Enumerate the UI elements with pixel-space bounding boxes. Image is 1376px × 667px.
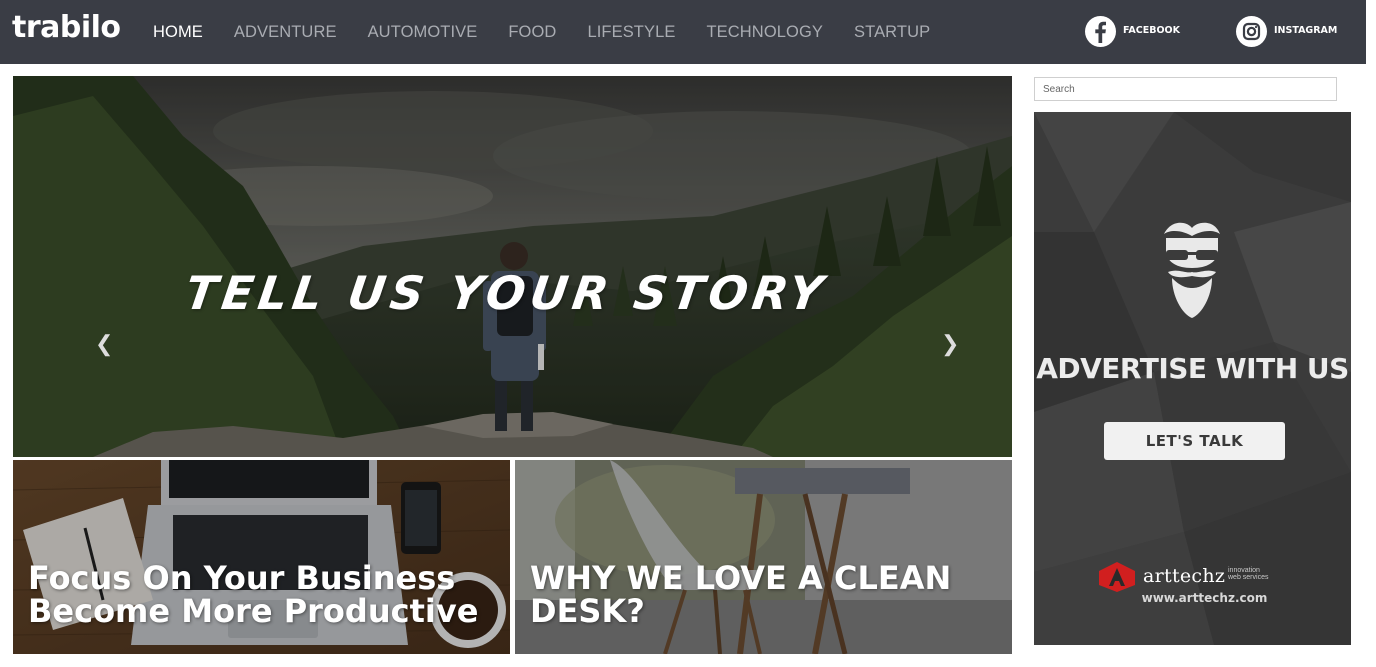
post-card-clean-desk[interactable]: WHY WE LOVE A CLEAN DESK? xyxy=(515,460,1012,654)
advertise-heading: ADVERTISE WITH US xyxy=(1036,352,1349,385)
post-card-title: Focus On Your Business Become More Produ… xyxy=(28,562,478,628)
nav-item-automotive[interactable]: AUTOMOTIVE xyxy=(368,23,478,42)
nav-item-technology[interactable]: TECHNOLOGY xyxy=(706,23,823,42)
nav-item-lifestyle[interactable]: LIFESTYLE xyxy=(587,23,675,42)
nav-item-startup[interactable]: STARTUP xyxy=(854,23,930,42)
arttechz-logo: arttechz innovation web services xyxy=(1098,559,1288,595)
advertise-banner[interactable]: ADVERTISE WITH US LET'S TALK arttechz in… xyxy=(1034,112,1351,645)
lets-talk-button[interactable]: LET'S TALK xyxy=(1104,422,1285,460)
nav-item-adventure[interactable]: ADVENTURE xyxy=(234,23,337,42)
post-card-title-line2: Become More Productive xyxy=(28,592,479,630)
post-card-focus-business[interactable]: Focus On Your Business Become More Produ… xyxy=(13,460,510,654)
post-card-title-line2: DESK? xyxy=(530,592,645,630)
arttechz-url: www.arttechz.com xyxy=(1141,591,1268,605)
post-card-title-line1: WHY WE LOVE A CLEAN xyxy=(530,559,952,597)
arttechz-tagline-line1: innovation xyxy=(1228,567,1260,574)
chevron-left-icon[interactable]: ❮ xyxy=(95,333,113,355)
nav-item-food[interactable]: FOOD xyxy=(508,23,556,42)
nav-item-home[interactable]: HOME xyxy=(153,23,203,42)
instagram-icon xyxy=(1236,16,1267,47)
arttechz-tagline: innovation web services xyxy=(1228,567,1268,581)
facebook-link[interactable]: FACEBOOK xyxy=(1085,16,1180,47)
post-card-title-line1: Focus On Your Business xyxy=(28,559,456,597)
instagram-link[interactable]: INSTAGRAM xyxy=(1236,16,1337,47)
facebook-icon xyxy=(1085,16,1116,47)
arttechz-tagline-line2: web services xyxy=(1228,574,1269,581)
hipster-mascot-icon xyxy=(1164,222,1220,318)
arttechz-logo-icon xyxy=(1099,562,1135,592)
main-nav: HOME ADVENTURE AUTOMOTIVE FOOD LIFESTYLE… xyxy=(153,0,961,64)
chevron-right-icon[interactable]: ❯ xyxy=(941,333,959,355)
search-input[interactable] xyxy=(1034,77,1337,101)
post-card-title: WHY WE LOVE A CLEAN DESK? xyxy=(530,562,951,628)
hero-title: TELL US YOUR STORY xyxy=(181,266,832,320)
instagram-label: INSTAGRAM xyxy=(1274,24,1338,36)
site-header: trabilo HOME ADVENTURE AUTOMOTIVE FOOD L… xyxy=(0,0,1366,64)
arttechz-brand-name: arttechz xyxy=(1143,565,1226,587)
facebook-label: FACEBOOK xyxy=(1123,24,1180,36)
site-logo[interactable]: trabilo xyxy=(12,10,121,45)
hero-slider[interactable]: TELL US YOUR STORY ❮ ❯ xyxy=(13,76,1012,457)
